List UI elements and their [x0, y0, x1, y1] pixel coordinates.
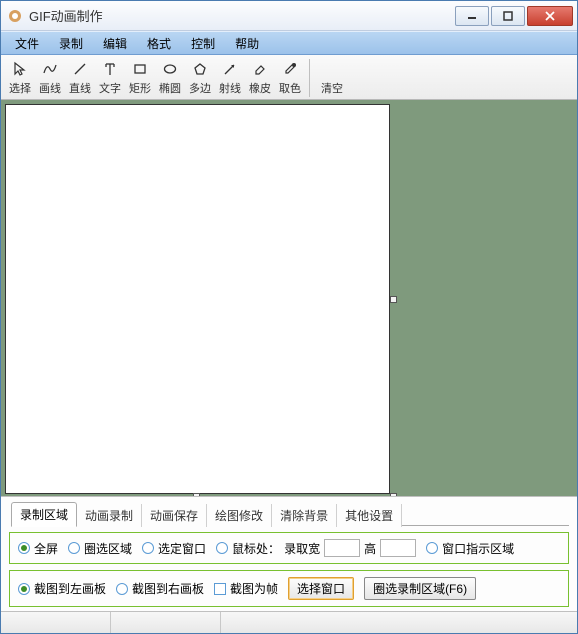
tab-record-area[interactable]: 录制区域: [11, 502, 77, 527]
bottom-panel: 录制区域 动画录制 动画保存 绘图修改 清除背景 其他设置 全屏 圈选区域 选定…: [1, 496, 577, 611]
tool-select[interactable]: 选择: [5, 57, 35, 99]
menu-edit[interactable]: 编辑: [93, 33, 137, 54]
resize-handle-right[interactable]: [390, 296, 397, 303]
area-mode-group: 全屏 圈选区域 选定窗口 鼠标处： 录取宽 高 窗口指示区域: [9, 532, 569, 564]
radio-icon: [142, 542, 154, 554]
status-pane-3: [221, 612, 577, 633]
curve-icon: [40, 59, 60, 79]
toolbar-separator: [309, 59, 310, 97]
text-icon: [100, 59, 120, 79]
statusbar: [1, 611, 577, 633]
radio-icon: [18, 542, 30, 554]
radio-to-right[interactable]: 截图到右画板: [116, 580, 204, 597]
ray-icon: [220, 59, 240, 79]
app-icon: [7, 8, 23, 24]
status-pane-2: [111, 612, 221, 633]
dropper-icon: [280, 59, 300, 79]
maximize-icon: [503, 11, 513, 21]
canvas-area[interactable]: [1, 100, 577, 496]
radio-window-hint[interactable]: 窗口指示区域: [426, 540, 514, 557]
tool-polygon[interactable]: 多边: [185, 57, 215, 99]
tool-ellipse[interactable]: 椭圆: [155, 57, 185, 99]
height-input[interactable]: [380, 539, 416, 557]
window-title: GIF动画制作: [29, 6, 455, 25]
radio-icon: [426, 542, 438, 554]
tab-clear-bg[interactable]: 清除背景: [272, 504, 337, 527]
eraser-icon: [250, 59, 270, 79]
width-input[interactable]: [324, 539, 360, 557]
radio-to-left[interactable]: 截图到左画板: [18, 580, 106, 597]
tab-anim-record[interactable]: 动画录制: [77, 504, 142, 527]
polygon-icon: [190, 59, 210, 79]
radio-icon: [18, 583, 30, 595]
radio-icon: [116, 583, 128, 595]
radio-select-window[interactable]: 选定窗口: [142, 540, 206, 557]
cursor-icon: [10, 59, 30, 79]
tool-text[interactable]: 文字: [95, 57, 125, 99]
menu-format[interactable]: 格式: [137, 33, 181, 54]
circle-record-button[interactable]: 圈选录制区域(F6): [364, 577, 476, 600]
tool-clear[interactable]: 清空: [314, 57, 350, 99]
menu-control[interactable]: 控制: [181, 33, 225, 54]
close-button[interactable]: [527, 6, 573, 26]
clear-icon: [322, 59, 342, 79]
tool-ray[interactable]: 射线: [215, 57, 245, 99]
minimize-icon: [467, 11, 477, 21]
capture-target-group: 截图到左画板 截图到右画板 截图为帧 选择窗口 圈选录制区域(F6): [9, 570, 569, 607]
tabs: 录制区域 动画录制 动画保存 绘图修改 清除背景 其他设置: [9, 501, 569, 526]
resize-handle-bottom[interactable]: [193, 493, 200, 496]
ellipse-icon: [160, 59, 180, 79]
tool-dropper[interactable]: 取色: [275, 57, 305, 99]
check-as-frame[interactable]: 截图为帧: [214, 580, 278, 597]
tool-line[interactable]: 直线: [65, 57, 95, 99]
rect-icon: [130, 59, 150, 79]
tab-draw-edit[interactable]: 绘图修改: [207, 504, 272, 527]
status-pane-1: [1, 612, 111, 633]
toolbar: 选择 画线 直线 文字 矩形 椭圆 多边 射线: [1, 55, 577, 100]
tool-curve[interactable]: 画线: [35, 57, 65, 99]
menubar: 文件 录制 编辑 格式 控制 帮助: [1, 31, 577, 55]
titlebar: GIF动画制作: [1, 1, 577, 31]
app-window: GIF动画制作 文件 录制 编辑 格式 控制 帮助 选择 画线: [0, 0, 578, 634]
tool-rect[interactable]: 矩形: [125, 57, 155, 99]
radio-icon: [216, 542, 228, 554]
line-icon: [70, 59, 90, 79]
tab-anim-save[interactable]: 动画保存: [142, 504, 207, 527]
radio-select-area[interactable]: 圈选区域: [68, 540, 132, 557]
radio-mouse-pos[interactable]: 鼠标处： 录取宽 高: [216, 539, 416, 557]
radio-fullscreen[interactable]: 全屏: [18, 540, 58, 557]
minimize-button[interactable]: [455, 6, 489, 26]
menu-record[interactable]: 录制: [49, 33, 93, 54]
tab-other[interactable]: 其他设置: [337, 504, 402, 527]
checkbox-icon: [214, 583, 226, 595]
radio-icon: [68, 542, 80, 554]
select-window-button[interactable]: 选择窗口: [288, 577, 354, 600]
canvas[interactable]: [5, 104, 390, 494]
window-controls: [455, 6, 577, 26]
maximize-button[interactable]: [491, 6, 525, 26]
tool-eraser[interactable]: 橡皮: [245, 57, 275, 99]
menu-file[interactable]: 文件: [5, 33, 49, 54]
menu-help[interactable]: 帮助: [225, 33, 269, 54]
close-icon: [544, 11, 556, 21]
resize-handle-corner[interactable]: [390, 493, 397, 496]
